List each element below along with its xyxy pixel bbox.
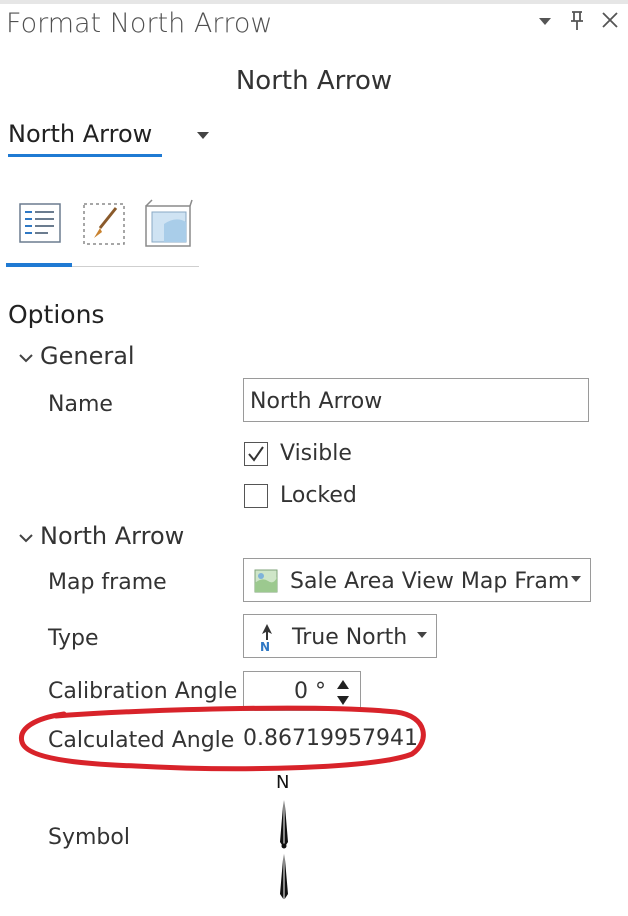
calibration-angle-value: 0 °: [294, 679, 326, 704]
chevron-down-icon: [570, 573, 582, 588]
true-north-icon: N: [260, 624, 272, 652]
svg-text:N: N: [260, 640, 270, 652]
tab-display[interactable]: [142, 198, 193, 250]
paintbrush-icon: [83, 203, 125, 245]
pane-title: Format North Arrow: [6, 8, 273, 39]
map-frame-value: Sale Area View Map Fram: [290, 569, 570, 594]
close-icon: [602, 12, 618, 28]
north-arrow-symbol[interactable]: N: [262, 768, 306, 902]
name-input[interactable]: North Arrow: [243, 378, 589, 422]
active-tab-indicator: [6, 263, 72, 267]
options-header: Options: [8, 300, 105, 329]
element-selector-underline: [8, 154, 162, 157]
chevron-down-icon: [18, 349, 40, 368]
north-symbol-letter: N: [276, 772, 289, 793]
pin-button[interactable]: [568, 8, 586, 37]
tab-options[interactable]: [16, 198, 64, 250]
display-frame-icon: [145, 199, 193, 247]
options-list-icon: [19, 203, 61, 243]
element-selector-dropdown[interactable]: [195, 128, 211, 146]
locked-label: Locked: [280, 483, 357, 508]
chevron-down-icon: [18, 529, 40, 548]
visible-checkbox[interactable]: [244, 442, 268, 466]
general-group-label: General: [40, 342, 135, 370]
chevron-down-icon: [416, 629, 428, 644]
map-frame-icon: [254, 569, 278, 593]
map-frame-dropdown[interactable]: Sale Area View Map Fram: [243, 558, 591, 602]
general-group-header[interactable]: General: [18, 342, 135, 370]
element-selector[interactable]: North Arrow: [8, 120, 152, 148]
type-value: True North: [292, 625, 408, 650]
visible-label: Visible: [280, 441, 352, 466]
chevron-down-icon: [197, 132, 209, 139]
pin-icon: [571, 11, 583, 30]
symbol-label: Symbol: [48, 825, 130, 850]
name-label: Name: [48, 392, 113, 417]
close-button[interactable]: [600, 8, 620, 37]
type-dropdown[interactable]: N True North: [243, 614, 437, 658]
tab-symbology[interactable]: [80, 198, 128, 250]
type-label: Type: [48, 626, 99, 651]
annotation-highlight-ellipse: [19, 705, 426, 772]
north-arrow-group-label: North Arrow: [40, 522, 185, 550]
arrow-up-icon: [337, 680, 349, 689]
top-border: [0, 0, 628, 4]
calibration-angle-label: Calibration Angle: [48, 679, 238, 704]
pane-subtitle: North Arrow: [235, 66, 393, 96]
map-frame-label: Map frame: [48, 570, 167, 595]
north-arrow-group-header[interactable]: North Arrow: [18, 522, 184, 550]
pane-menu-button[interactable]: [538, 8, 552, 37]
checkmark-icon: [248, 446, 264, 462]
locked-checkbox[interactable]: [244, 484, 268, 508]
chevron-down-icon: [539, 18, 551, 25]
